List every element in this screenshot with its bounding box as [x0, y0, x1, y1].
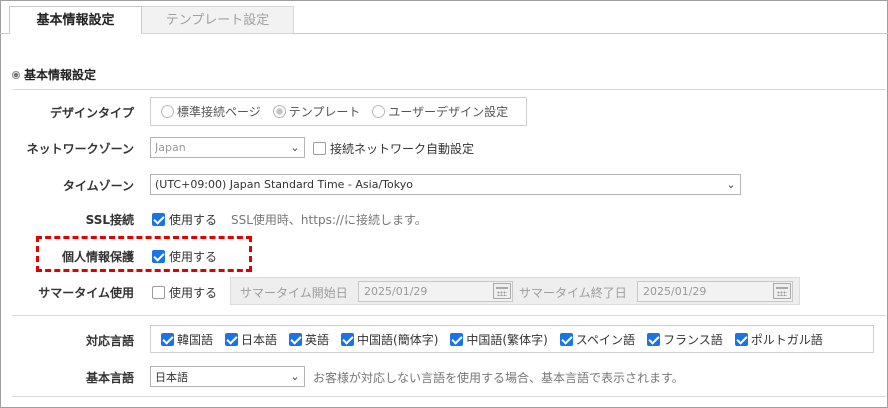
summer-start-date-input[interactable]: 2025/01/29 [358, 281, 513, 302]
lang-portuguese[interactable]: ポルトガル語 [734, 331, 823, 348]
base-language-select[interactable]: 日本語 ⌄ [150, 366, 305, 387]
network-zone-select[interactable]: Japan ⌄ [150, 137, 305, 158]
calendar-icon[interactable] [493, 283, 511, 299]
chevron-down-icon: ⌄ [290, 141, 300, 154]
radio-selected-icon[interactable] [272, 105, 286, 118]
summer-start-label: サマータイム開始日 [240, 286, 348, 300]
summer-end-date-input[interactable]: 2025/01/29 [637, 281, 793, 302]
lang-english[interactable]: 英語 [289, 331, 329, 348]
radio-icon[interactable] [161, 105, 174, 118]
summer-time-date-group: サマータイム開始日 2025/01/29 サマータイム終了日 2025/01/2… [230, 277, 800, 305]
bullet-icon [12, 70, 20, 79]
checkbox[interactable] [161, 332, 174, 346]
privacy-checkbox[interactable] [152, 250, 165, 263]
lang-korean[interactable]: 韓国語 [161, 331, 213, 348]
privacy-checkbox-row[interactable]: 使用する [152, 248, 217, 265]
radio-icon[interactable] [372, 105, 386, 118]
chevron-down-icon: ⌄ [726, 178, 736, 191]
ssl-checkbox-row[interactable]: 使用する SSL使用時、https://に接続します。 [152, 211, 427, 228]
timezone-label: タイムゾーン [62, 179, 134, 193]
tab-template-settings[interactable]: テンプレート設定 [142, 6, 294, 34]
checkbox[interactable] [341, 332, 355, 346]
divider [12, 315, 886, 316]
tab-bar: 基本情報設定 テンプレート設定 [0, 0, 888, 34]
lang-japanese[interactable]: 日本語 [225, 331, 277, 348]
checkbox[interactable] [289, 332, 303, 346]
auto-network-checkbox[interactable] [313, 142, 326, 155]
checkbox[interactable] [734, 332, 748, 346]
section-title-text: 基本情報設定 [24, 68, 97, 82]
checkbox[interactable] [450, 332, 464, 346]
ssl-checkbox[interactable] [152, 213, 165, 226]
base-language-label: 基本言語 [85, 371, 134, 385]
design-type-label: デザインタイプ [49, 106, 134, 120]
lang-chinese-traditional[interactable]: 中国語(繁体字) [450, 331, 548, 348]
chevron-down-icon: ⌄ [290, 370, 300, 383]
ssl-note: SSL使用時、https://に接続します。 [231, 213, 427, 227]
summer-time-checkbox[interactable] [152, 286, 165, 299]
divider [12, 396, 886, 397]
network-zone-label: ネットワークゾーン [26, 142, 134, 156]
timezone-select[interactable]: (UTC+09:00) Japan Standard Time - Asia/T… [150, 174, 741, 195]
lang-spanish[interactable]: スペイン語 [559, 331, 635, 348]
radio-template[interactable]: テンプレート [272, 103, 360, 120]
radio-standard-page[interactable]: 標準接続ページ [161, 103, 261, 120]
base-language-note: お客様が対応しない言語を使用する場合、基本言語で表示されます。 [313, 371, 684, 385]
checkbox[interactable] [646, 332, 660, 346]
privacy-label: 個人情報保護 [61, 250, 134, 264]
calendar-icon[interactable] [773, 283, 791, 299]
tab-basic-info[interactable]: 基本情報設定 [9, 6, 142, 34]
checkbox[interactable] [225, 332, 239, 346]
auto-network-checkbox-row[interactable]: 接続ネットワーク自動設定 [313, 140, 474, 157]
lang-french[interactable]: フランス語 [646, 331, 723, 348]
summer-time-checkbox-row[interactable]: 使用する [152, 284, 217, 301]
lang-chinese-simplified[interactable]: 中国語(簡体字) [341, 331, 438, 348]
summer-time-label: サマータイム使用 [38, 286, 134, 300]
checkbox[interactable] [559, 332, 573, 346]
languages-label: 対応言語 [85, 334, 134, 348]
languages-checkbox-group: 韓国語 日本語 英語 中国語(簡体字) 中国語(繁体字) スペイン語 フランス語… [150, 325, 874, 353]
radio-user-design[interactable]: ユーザーデザイン設定 [372, 103, 508, 120]
ssl-label: SSL接続 [85, 213, 134, 227]
divider [12, 89, 886, 90]
summer-end-label: サマータイム終了日 [519, 286, 627, 300]
section-title: 基本情報設定 [12, 66, 96, 83]
design-type-radio-group: 標準接続ページ テンプレート ユーザーデザイン設定 [150, 97, 527, 126]
